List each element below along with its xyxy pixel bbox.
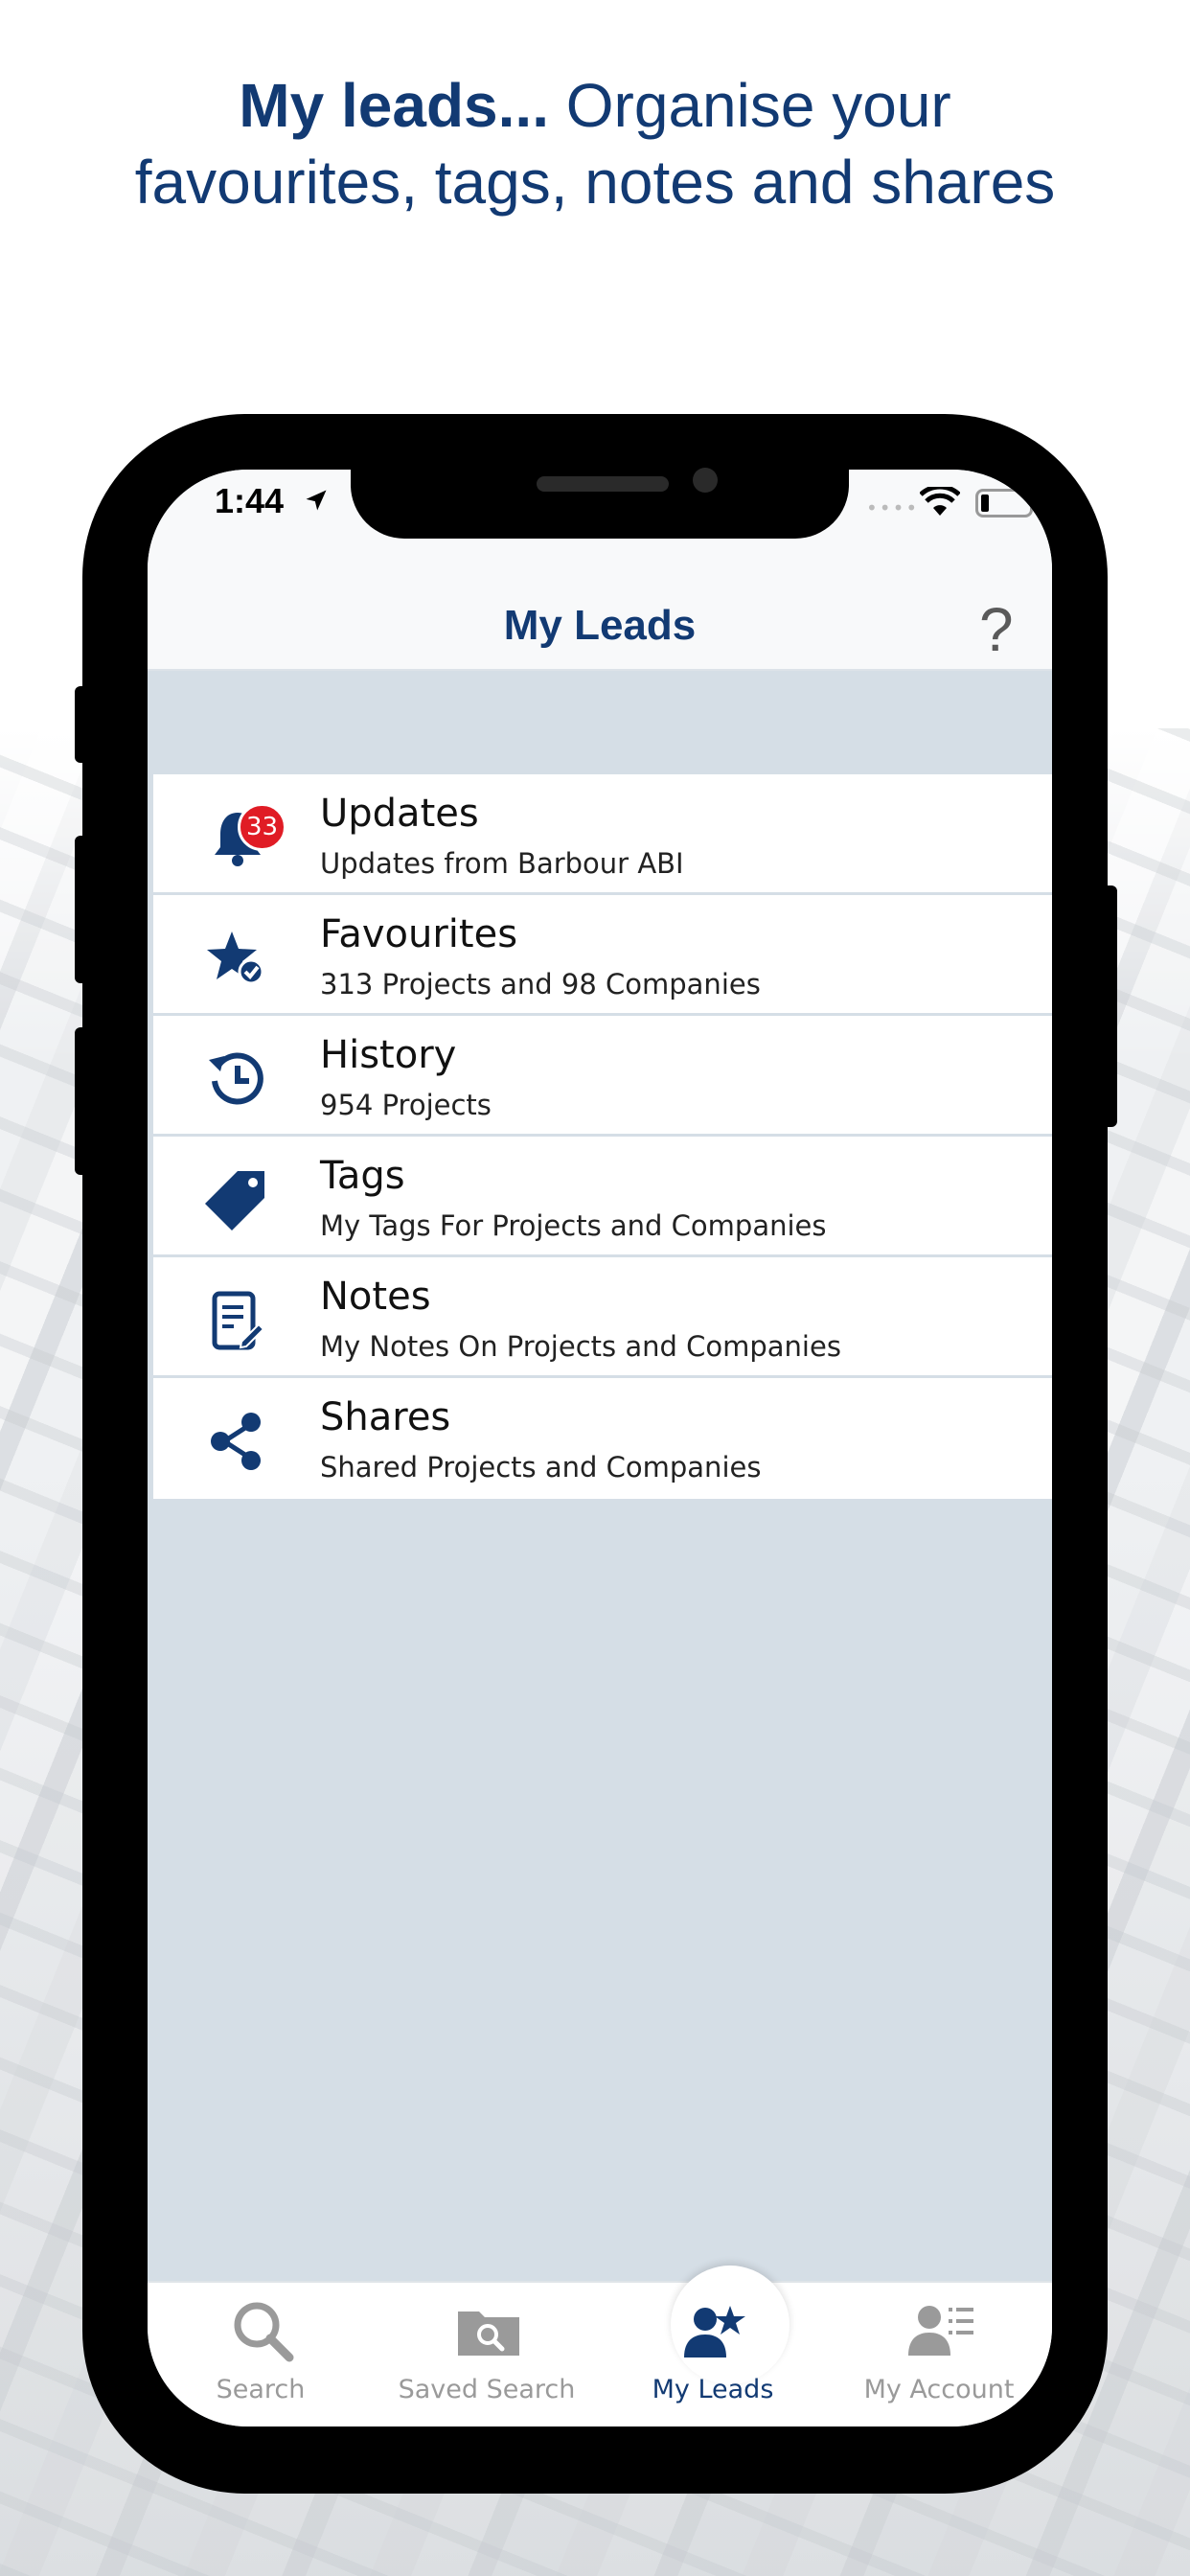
list-item-title: History bbox=[320, 1033, 457, 1077]
list-item-subtitle: My Tags For Projects and Companies bbox=[320, 1209, 827, 1242]
tab-my-leads[interactable]: My Leads bbox=[600, 2283, 826, 2426]
power-button bbox=[1102, 886, 1117, 1127]
status-time: 1:44 bbox=[215, 481, 285, 520]
list-item-tags[interactable]: Tags My Tags For Projects and Companies bbox=[153, 1137, 1052, 1257]
list-item-title: Updates bbox=[320, 792, 479, 836]
history-icon bbox=[209, 1052, 263, 1105]
my-leads-list: 33 Updates Updates from Barbour ABI Favo… bbox=[153, 774, 1052, 1499]
list-item-title: Favourites bbox=[320, 912, 518, 956]
mute-switch bbox=[75, 686, 90, 763]
list-item-subtitle: Shared Projects and Companies bbox=[320, 1451, 762, 1484]
front-camera bbox=[693, 468, 718, 493]
list-item-updates[interactable]: 33 Updates Updates from Barbour ABI bbox=[153, 774, 1052, 895]
volume-down-button bbox=[75, 1027, 90, 1175]
battery-icon bbox=[975, 489, 1033, 518]
tab-label: My Account bbox=[863, 2375, 1015, 2404]
list-item-subtitle: My Notes On Projects and Companies bbox=[320, 1330, 841, 1363]
tab-label: Saved Search bbox=[398, 2375, 576, 2404]
location-arrow-icon bbox=[306, 490, 327, 511]
list-item-title: Notes bbox=[320, 1275, 431, 1319]
saved-search-folder-icon bbox=[458, 2312, 519, 2356]
list-item-title: Shares bbox=[320, 1395, 451, 1439]
list-item-subtitle: 313 Projects and 98 Companies bbox=[320, 968, 761, 1000]
search-icon bbox=[234, 2302, 294, 2362]
my-leads-icon bbox=[684, 2306, 745, 2358]
volume-up-button bbox=[75, 836, 90, 983]
list-item-history[interactable]: History 954 Projects bbox=[153, 1016, 1052, 1137]
tab-label: My Leads bbox=[652, 2375, 774, 2404]
tab-saved-search[interactable]: Saved Search bbox=[374, 2283, 600, 2426]
wifi-icon bbox=[920, 487, 960, 516]
tab-search[interactable]: Search bbox=[148, 2283, 374, 2426]
cellular-signal-icon: •••• bbox=[866, 496, 920, 519]
app-screen: 1:44 •••• My Leads ? 33 Updates Updates … bbox=[148, 470, 1052, 2426]
help-button[interactable]: ? bbox=[979, 594, 1014, 665]
phone-speaker bbox=[537, 476, 669, 492]
updates-count-badge: 33 bbox=[238, 803, 287, 851]
headline-bold: My leads... bbox=[239, 71, 549, 140]
list-item-subtitle: Updates from Barbour ABI bbox=[320, 847, 684, 880]
tab-my-account[interactable]: My Account bbox=[826, 2283, 1052, 2426]
tab-label: Search bbox=[216, 2375, 306, 2404]
tag-icon bbox=[205, 1171, 264, 1230]
star-check-icon bbox=[207, 932, 264, 985]
tab-bar: Search Saved Search My Leads My Account bbox=[148, 2266, 1052, 2426]
list-item-subtitle: 954 Projects bbox=[320, 1089, 492, 1121]
list-item-shares[interactable]: Shares Shared Projects and Companies bbox=[153, 1378, 1052, 1499]
list-item-favourites[interactable]: Favourites 313 Projects and 98 Companies bbox=[153, 895, 1052, 1016]
headline-line1: Organise your bbox=[548, 71, 951, 140]
marketing-headline: My leads... Organise your favourites, ta… bbox=[0, 67, 1190, 220]
headline-line2: favourites, tags, notes and shares bbox=[134, 148, 1056, 217]
navigation-bar: My Leads ? bbox=[148, 588, 1052, 671]
list-item-notes[interactable]: Notes My Notes On Projects and Companies bbox=[153, 1257, 1052, 1378]
my-account-icon bbox=[908, 2306, 973, 2356]
page-title: My Leads bbox=[503, 602, 697, 649]
list-item-title: Tags bbox=[320, 1154, 405, 1198]
share-icon bbox=[211, 1413, 261, 1470]
note-icon bbox=[212, 1291, 265, 1350]
